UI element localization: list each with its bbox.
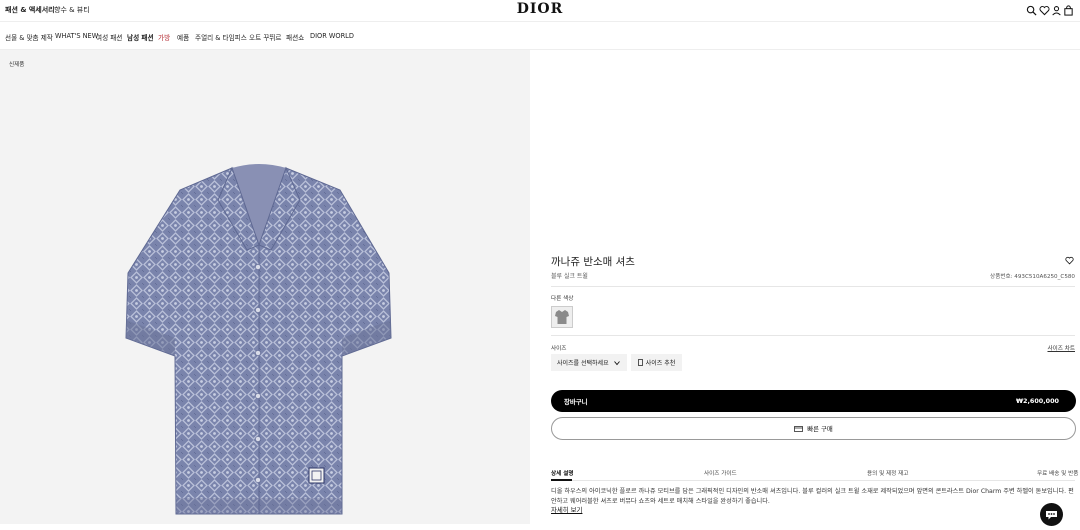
- size-select[interactable]: 사이즈를 선택하세요: [551, 354, 627, 371]
- product-title: 까나쥬 반소매 셔츠: [551, 256, 635, 268]
- color-swatch[interactable]: [551, 306, 573, 328]
- size-label: 사이즈: [551, 346, 567, 352]
- nav-haute-couture[interactable]: 오트 꾸뛰르: [249, 32, 281, 42]
- account-icon[interactable]: [1051, 5, 1062, 16]
- shirt-thumbnail-icon: [555, 310, 569, 324]
- price: ₩2,600,000: [1015, 397, 1059, 405]
- tab-shipping[interactable]: 무료 배송 및 반품: [1037, 469, 1078, 477]
- quick-buy-label: 빠른 구매: [807, 425, 833, 433]
- product-subtitle: 블루 실크 트윌: [551, 273, 588, 280]
- size-recommend-label: 사이즈 추천: [645, 360, 676, 367]
- wishlist-heart-icon[interactable]: [1065, 256, 1074, 265]
- top-bar: 패션 & 액세서리 향수 & 뷰티 DIOR: [0, 0, 1080, 22]
- nav-bags[interactable]: 가방: [158, 32, 170, 42]
- card-icon: [794, 425, 804, 432]
- add-to-cart-button[interactable]: 장바구니 ₩2,600,000: [551, 390, 1076, 412]
- nav-whats-new[interactable]: WHAT'S NEW: [55, 32, 98, 40]
- product-description: 디올 하우스의 아이코닉한 플로르 까나쥬 모티브를 담은 그래픽적인 디자인의…: [551, 488, 1074, 505]
- tab-description[interactable]: 상세 설명: [551, 469, 574, 477]
- divider: [551, 335, 1075, 336]
- tab-care[interactable]: 용의 및 제정 재고: [867, 469, 908, 477]
- read-more-link[interactable]: 자세히 보기: [551, 505, 582, 514]
- nav-dior-world[interactable]: DIOR WORLD: [310, 32, 354, 40]
- product-image: [125, 164, 392, 515]
- search-icon[interactable]: [1026, 5, 1037, 16]
- heart-icon[interactable]: [1039, 5, 1050, 16]
- size-select-value: 사이즈를 선택하세요: [557, 360, 609, 367]
- nav-men[interactable]: 남성 패션: [127, 32, 154, 42]
- cart-label: 장바구니: [564, 398, 588, 406]
- product-gallery[interactable]: 신제품: [0, 50, 530, 524]
- nav-women[interactable]: 여성 패션: [96, 32, 122, 42]
- shopping-bag-icon[interactable]: [1063, 5, 1074, 16]
- chat-bubble-icon: [1046, 511, 1057, 520]
- nav-gifts[interactable]: 선물 & 맞춤 제작: [5, 32, 53, 42]
- chat-button[interactable]: [1040, 503, 1063, 526]
- dior-logo[interactable]: DIOR: [0, 1, 1080, 17]
- ruler-icon: [637, 359, 643, 366]
- nav-item-5[interactable]: 예품: [177, 32, 189, 42]
- size-chart-link[interactable]: 사이즈 차트: [1047, 344, 1075, 352]
- other-colors-label: 다른 색상: [551, 296, 574, 302]
- tab-size-guide[interactable]: 사이즈 가이드: [704, 469, 737, 477]
- product-code: 상품번호: 493C510A6250_C580: [990, 274, 1075, 280]
- nav-jewelry[interactable]: 주얼리 & 타임피스: [195, 32, 247, 42]
- product-detail: 까나쥬 반소매 셔츠 블루 실크 트윌 상품번호: 493C510A6250_C…: [530, 50, 1080, 524]
- quick-buy-button[interactable]: 빠른 구매: [551, 417, 1076, 440]
- tab-underline: [551, 480, 1075, 481]
- tab-active-indicator: [551, 479, 572, 481]
- nav-fashion-show[interactable]: 패션쇼: [286, 32, 304, 42]
- size-recommend-button[interactable]: 사이즈 추천: [631, 354, 682, 371]
- chevron-down-icon: [614, 361, 620, 366]
- divider: [551, 286, 1075, 287]
- main-nav: 선물 & 맞춤 제작 WHAT'S NEW 여성 패션 남성 패션 가방 예품 …: [0, 22, 1080, 50]
